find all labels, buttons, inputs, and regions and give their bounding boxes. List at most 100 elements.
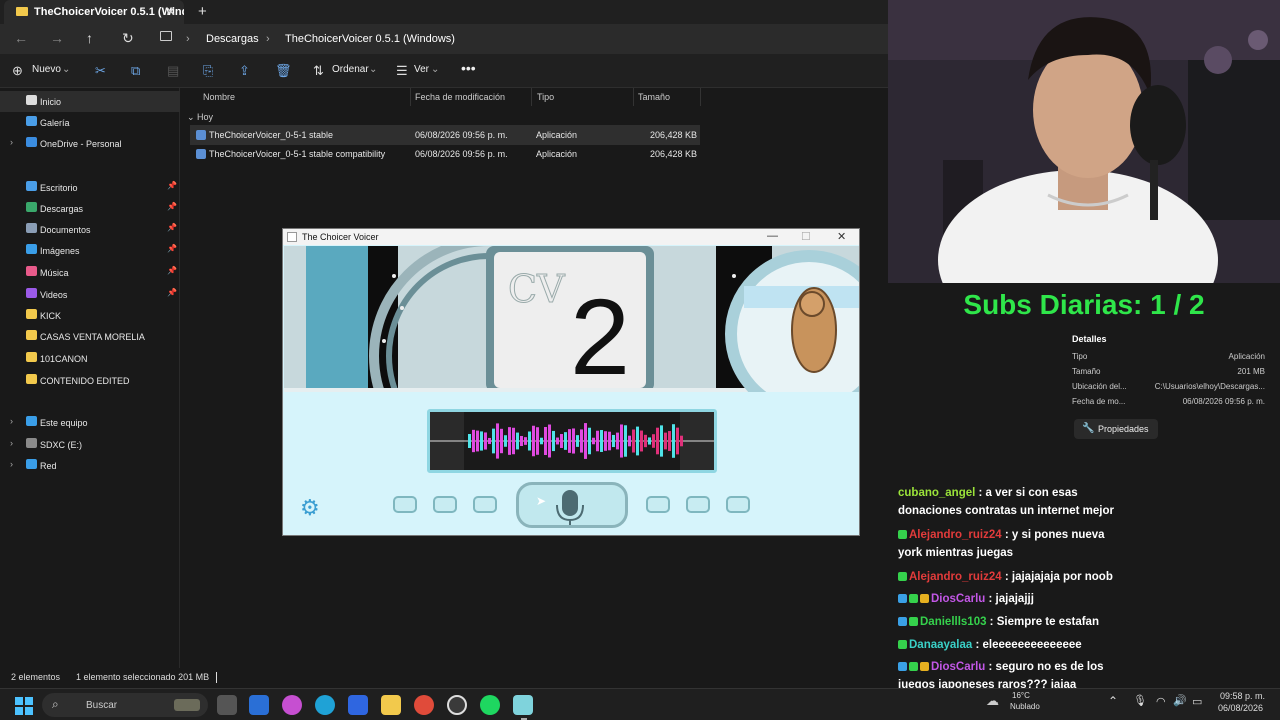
sidebar-item-inicio[interactable]: Inicio xyxy=(0,91,180,112)
column-size[interactable]: Tamaño xyxy=(638,92,670,102)
chat-username[interactable]: Danaayalaa xyxy=(909,639,972,651)
share-icon[interactable]: ⇪ xyxy=(239,63,250,79)
spotify-icon[interactable] xyxy=(480,695,500,715)
store-icon[interactable] xyxy=(249,695,269,715)
sidebar-item-videos[interactable]: Videos 📌 xyxy=(0,284,180,305)
sidebar-item-documentos[interactable]: Documentos 📌 xyxy=(0,219,180,240)
column-date[interactable]: Fecha de modificación xyxy=(415,92,505,102)
settings-gear-icon[interactable]: ⚙ xyxy=(300,495,320,521)
chevron-right-icon[interactable]: › xyxy=(10,416,13,426)
microphone-tray-icon[interactable]: 🎙 xyxy=(1133,694,1147,707)
breadcrumb[interactable]: › Descargas › TheChoicerVoicer 0.5.1 (Wi… xyxy=(150,27,888,51)
sidebar-item-imágenes[interactable]: Imágenes 📌 xyxy=(0,240,180,261)
file-explorer-icon[interactable] xyxy=(381,695,401,715)
volume-icon[interactable]: 🔊 xyxy=(1173,694,1187,707)
wifi-icon[interactable]: ◠ xyxy=(1156,695,1166,708)
sidebar-item-101canon[interactable]: 101CANON xyxy=(0,348,180,369)
sidebar-item-red[interactable]: › Red xyxy=(0,455,180,476)
chat-username[interactable]: DiosCarlu xyxy=(931,661,985,673)
tab-current[interactable]: TheChoicerVoicer 0.5.1 (Windo ✕ xyxy=(4,0,184,24)
minimize-button[interactable]: — xyxy=(767,230,778,242)
chevron-right-icon[interactable]: › xyxy=(10,137,13,147)
microphone-button[interactable] xyxy=(516,482,628,528)
waveform-bar xyxy=(524,437,527,445)
refresh-icon[interactable]: ↻ xyxy=(122,30,134,47)
view-button[interactable]: Ver xyxy=(414,64,429,75)
delete-icon[interactable]: 🗑 xyxy=(275,63,292,79)
copilot-icon[interactable] xyxy=(282,695,302,715)
sidebar-item-sdxc-e-[interactable]: › SDXC (E:) xyxy=(0,434,180,455)
image-icon xyxy=(26,244,37,254)
clock-date[interactable]: 06/08/2026 xyxy=(1218,703,1263,713)
sidebar-item-descargas[interactable]: Descargas 📌 xyxy=(0,198,180,219)
detail-value: 201 MB xyxy=(1237,367,1265,376)
tab-title: TheChoicerVoicer 0.5.1 (Windo xyxy=(34,6,184,18)
waveform-bar xyxy=(596,430,599,452)
slot-button-1[interactable] xyxy=(393,496,417,513)
back-icon[interactable]: ← xyxy=(14,30,28,46)
chat-username[interactable]: Alejandro_ruiz24 xyxy=(909,571,1002,583)
chat-badge-icon xyxy=(898,594,907,604)
chevron-up-icon[interactable]: ⌃ xyxy=(1108,694,1118,708)
column-name[interactable]: Nombre xyxy=(203,92,235,102)
sidebar-item-galería[interactable]: Galería xyxy=(0,112,180,133)
task-view-icon[interactable] xyxy=(217,695,237,715)
sidebar-item-label: Galería xyxy=(40,118,70,128)
waveform-bar xyxy=(660,425,663,457)
waveform-bar xyxy=(544,427,547,455)
breadcrumb-descargas[interactable]: Descargas xyxy=(206,33,259,45)
windows-start-icon[interactable] xyxy=(15,697,33,715)
up-icon[interactable]: ↑ xyxy=(86,30,93,46)
file-date: 06/08/2026 09:56 p. m. xyxy=(415,130,508,140)
more-icon[interactable]: ••• xyxy=(461,60,476,76)
properties-button[interactable]: 🔧 Propiedades xyxy=(1074,419,1158,439)
chat-text: : jajajajjj xyxy=(985,593,1034,605)
file-row[interactable]: TheChoicerVoicer_0-5-1 stable compatibil… xyxy=(190,144,700,164)
obs-icon[interactable] xyxy=(447,695,467,715)
sidebar-item-escritorio[interactable]: Escritorio 📌 xyxy=(0,177,180,198)
rename-icon[interactable]: ⎘ xyxy=(203,63,213,79)
sidebar-item-casas-venta-morelia[interactable]: CASAS VENTA MORELIA xyxy=(0,326,180,347)
dropbox-icon[interactable] xyxy=(348,695,368,715)
edge-icon[interactable] xyxy=(315,695,335,715)
slot-button-6[interactable] xyxy=(726,496,750,513)
chat-username[interactable]: Alejandro_ruiz24 xyxy=(909,529,1002,541)
file-row[interactable]: TheChoicerVoicer_0-5-1 stable 06/08/2026 … xyxy=(190,125,700,145)
sidebar-item-kick[interactable]: KICK xyxy=(0,305,180,326)
sidebar-item-contenido-edited[interactable]: CONTENIDO EDITED xyxy=(0,370,180,391)
new-tab-button[interactable]: + xyxy=(198,3,207,20)
chevron-right-icon[interactable]: › xyxy=(10,459,13,469)
clock-time[interactable]: 09:58 p. m. xyxy=(1220,691,1265,701)
sidebar-item-música[interactable]: Música 📌 xyxy=(0,262,180,283)
slot-button-3[interactable] xyxy=(473,496,497,513)
close-tab-icon[interactable]: ✕ xyxy=(165,4,176,20)
slot-button-5[interactable] xyxy=(686,496,710,513)
column-type[interactable]: Tipo xyxy=(537,92,554,102)
music-icon xyxy=(26,266,37,276)
choicer-voicer-icon[interactable] xyxy=(513,695,533,715)
new-button[interactable]: Nuevo xyxy=(32,64,61,75)
sidebar-item-onedrive-personal[interactable]: › OneDrive - Personal xyxy=(0,133,180,154)
close-button[interactable]: ✕ xyxy=(837,230,846,243)
chevron-right-icon[interactable]: › xyxy=(10,438,13,448)
paste-icon[interactable]: ▤ xyxy=(167,63,179,79)
waveform-bar xyxy=(676,427,679,455)
copy-icon[interactable]: ⧉ xyxy=(131,63,140,79)
taskbar-search[interactable]: ⌕ Buscar xyxy=(42,693,208,717)
battery-icon[interactable]: ▭ xyxy=(1192,695,1202,708)
cut-icon[interactable]: ✂ xyxy=(95,63,106,79)
sidebar-item-label: Inicio xyxy=(40,97,62,107)
forward-icon[interactable]: → xyxy=(50,30,64,46)
sidebar-item-este-equipo[interactable]: › Este equipo xyxy=(0,412,180,433)
maximize-button[interactable]: ☐ xyxy=(801,230,811,243)
group-header[interactable]: ⌄ Hoy xyxy=(187,112,213,123)
chat-username[interactable]: DiosCarlu xyxy=(931,593,985,605)
slot-button-2[interactable] xyxy=(433,496,457,513)
chat-username[interactable]: cubano_angel xyxy=(898,487,975,499)
breadcrumb-folder[interactable]: TheChoicerVoicer 0.5.1 (Windows) xyxy=(285,33,455,45)
chat-username[interactable]: Daniellls103 xyxy=(920,616,986,628)
waveform-bar xyxy=(668,431,671,451)
slot-button-4[interactable] xyxy=(646,496,670,513)
sort-button[interactable]: Ordenar xyxy=(332,64,369,75)
chrome-icon[interactable] xyxy=(414,695,434,715)
